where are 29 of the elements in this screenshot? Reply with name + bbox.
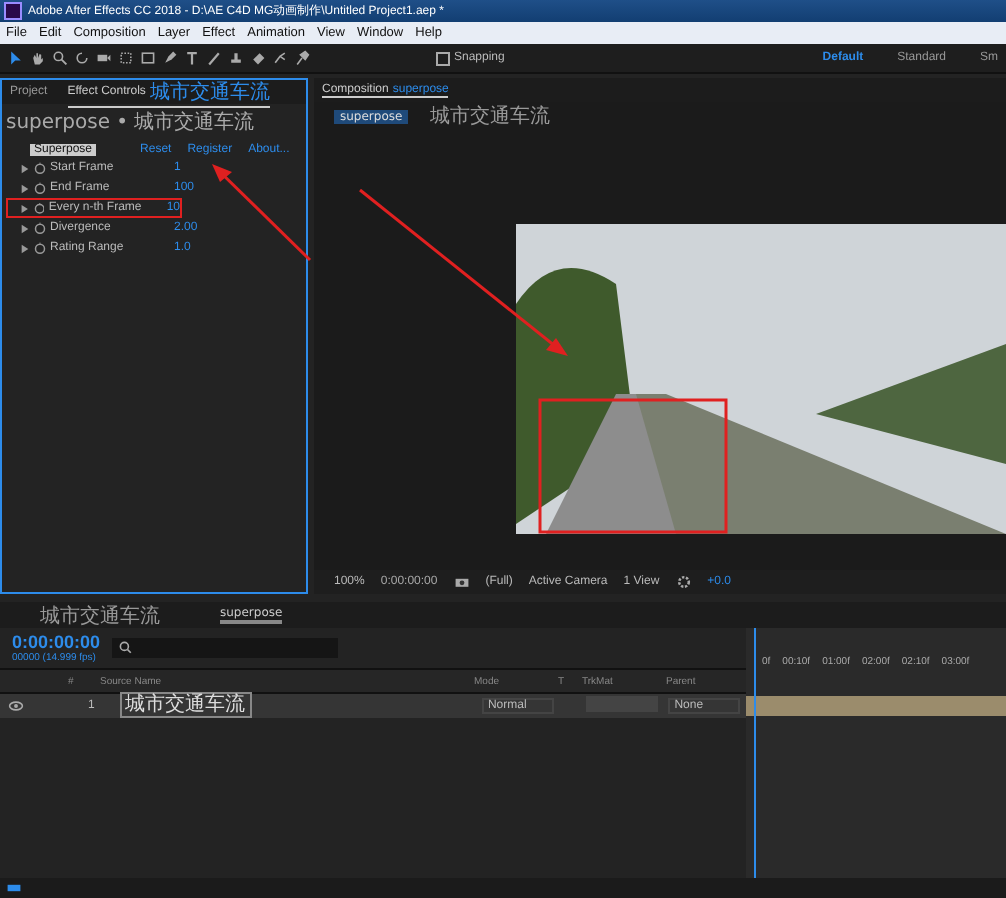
zoom-icon[interactable] [52,50,68,66]
camera-icon[interactable] [96,50,112,66]
layer-name[interactable]: 城市交通车流 [119,692,252,718]
eraser-icon[interactable] [250,50,266,66]
snapping-checkbox[interactable] [436,51,450,65]
breadcrumb: superpose • 城市交通车流 [6,109,257,136]
comp-subtab[interactable]: 城市交通车流 [424,102,557,130]
selection-arrow-icon[interactable] [8,50,24,66]
annotation-arrow [212,164,312,262]
rectangle-icon[interactable] [140,50,156,66]
hand-icon[interactable] [30,50,46,66]
stopwatch-icon[interactable] [33,202,45,214]
rotate-icon[interactable] [74,50,90,66]
app-logo-icon [4,2,22,20]
stopwatch-icon[interactable] [34,182,46,194]
search-icon [118,640,135,656]
stopwatch-icon[interactable] [34,162,46,174]
text-icon[interactable] [184,50,200,66]
stopwatch-icon[interactable] [34,242,46,254]
brush-icon[interactable] [206,50,222,66]
timecode[interactable]: 0:00:00:00 [12,632,101,652]
eye-icon[interactable] [8,698,24,714]
settings-icon[interactable] [675,574,692,590]
stamp-icon[interactable] [228,50,244,66]
camera-icon[interactable] [453,574,470,590]
timeline-tab[interactable]: 城市交通车流 [40,601,160,629]
stopwatch-icon[interactable] [34,222,46,234]
pen-icon[interactable] [162,50,178,66]
search-field[interactable] [112,638,339,658]
